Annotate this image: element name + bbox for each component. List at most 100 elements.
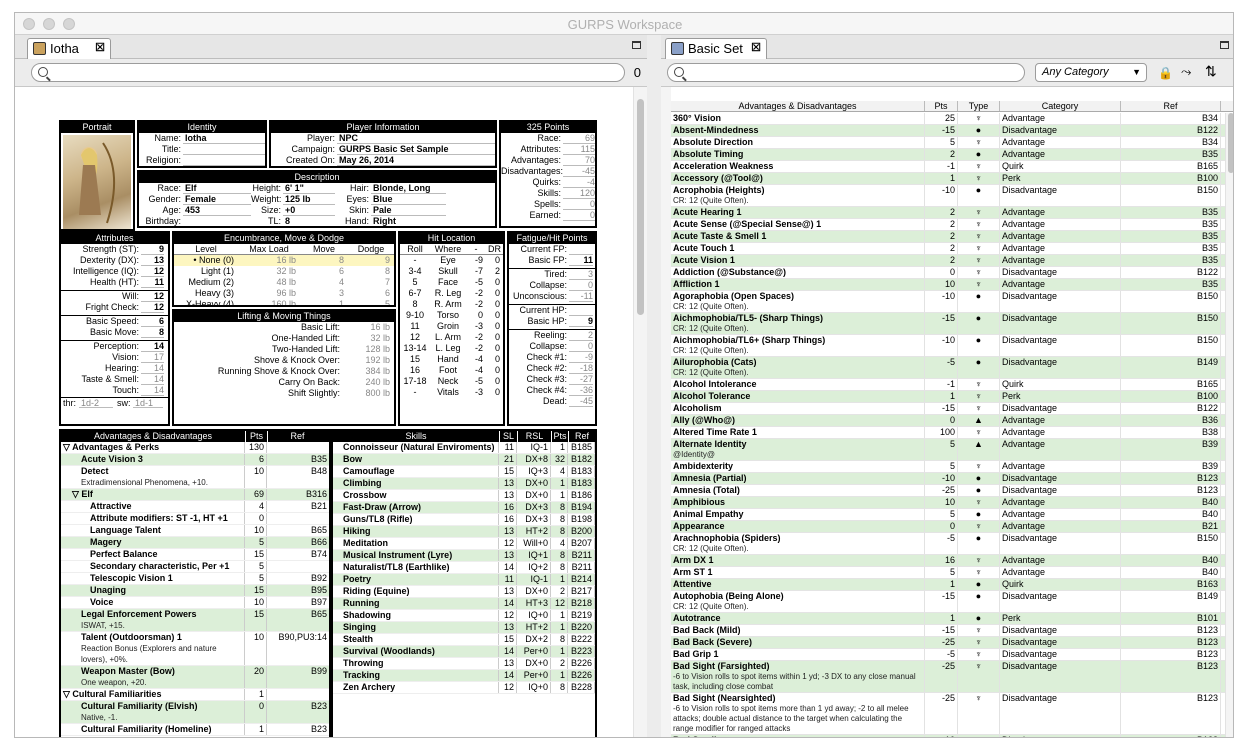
fatigue-value[interactable] (569, 305, 593, 316)
description-value[interactable]: 453 (183, 205, 251, 216)
fatigue-value[interactable]: 11 (569, 255, 593, 266)
list-row[interactable]: Bad Back (Severe) -25 ♆ Disadvantage B123 (671, 637, 1233, 649)
list-row[interactable]: Arm DX 1 16 ♆ Advantage B40 (671, 555, 1233, 567)
attribute-value[interactable]: 8 (141, 327, 164, 338)
list-row[interactable]: Acute Taste & Smell 1 2 ♆ Advantage B35 (671, 231, 1233, 243)
list-row[interactable]: Absolute Timing 2 ● Advantage B35 (671, 149, 1233, 161)
advantage-row[interactable]: Magery 5 B66 (61, 537, 329, 549)
player-value[interactable]: May 26, 2014 (337, 155, 495, 166)
fatigue-value[interactable]: -9 (569, 352, 593, 363)
fatigue-value[interactable]: -18 (569, 363, 593, 374)
skill-row[interactable]: Shadowing 12 IQ+0 1 B219 (333, 610, 595, 622)
description-value[interactable]: Pale (371, 205, 446, 216)
list-row[interactable]: Acute Vision 1 2 ♆ Advantage B35 (671, 255, 1233, 267)
skill-row[interactable]: Connoisseur (Natural Enviroments) 11 IQ-1 1… (333, 442, 595, 454)
category-select[interactable]: Any Category ▼ (1035, 63, 1147, 82)
attribute-value[interactable]: 13 (141, 255, 164, 266)
list-row[interactable]: Alcohol Intolerance -1 ♆ Quirk B165 (671, 379, 1233, 391)
list-row[interactable]: Alcohol Tolerance 1 ♆ Perk B100 (671, 391, 1233, 403)
description-value[interactable]: Blonde, Long (371, 183, 446, 194)
list-row[interactable]: Absolute Direction 5 ♆ Advantage B34 (671, 137, 1233, 149)
advantage-row[interactable]: Perfect Balance 15 B74 (61, 549, 329, 561)
list-row[interactable]: Appearance 0 ♆ Advantage B21 (671, 521, 1233, 533)
list-row[interactable]: Bad Grip 1 -5 ♆ Disadvantage B123 (671, 649, 1233, 661)
skill-row[interactable]: Survival (Woodlands) 14 Per+0 1 B223 (333, 646, 595, 658)
description-value[interactable]: 125 lb (283, 194, 335, 205)
identity-value[interactable] (183, 144, 265, 155)
attribute-value[interactable]: 12 (141, 291, 164, 302)
skill-row[interactable]: Guns/TL8 (Rifle) 16 DX+3 8 B198 (333, 514, 595, 526)
advantage-row[interactable]: Attractive 4 B21 (61, 501, 329, 513)
list-row[interactable]: Absent-Mindedness -15 ● Disadvantage B122 (671, 125, 1233, 137)
fatigue-value[interactable]: 2 (569, 330, 593, 341)
advantage-row[interactable]: Acute Vision 3 6 B35 (61, 454, 329, 466)
close-tab-icon[interactable]: ☒ (751, 41, 761, 54)
skill-row[interactable]: Stealth 15 DX+2 8 B222 (333, 634, 595, 646)
maximize-pane-button[interactable] (632, 41, 641, 49)
encumbrance-row[interactable]: Light (1) 32 lb 6 8 (174, 266, 394, 277)
sheet-scrollbar-thumb[interactable] (637, 99, 644, 315)
maximize-pane-button[interactable] (1220, 41, 1229, 49)
fatigue-value[interactable]: -45 (569, 396, 593, 407)
advantage-row[interactable]: Cultural Familiarity (Elvish) Native, -1.… (61, 701, 329, 724)
list-row[interactable]: Ally (@Who@) 0 ▲ Advantage B36 (671, 415, 1233, 427)
fatigue-value[interactable] (569, 244, 593, 255)
attribute-value[interactable]: 12 (141, 302, 164, 313)
list-row[interactable]: Ailurophobia (Cats) CR: 12 (Quite Often).… (671, 357, 1233, 379)
description-value[interactable]: 6' 1" (283, 183, 335, 194)
attribute-value[interactable]: 12 (141, 266, 164, 277)
attribute-value[interactable]: 6 (141, 316, 164, 327)
skill-row[interactable]: Camouflage 15 IQ+3 4 B183 (333, 466, 595, 478)
list-row[interactable]: 360° Vision 25 ♆ Advantage B34 (671, 113, 1233, 125)
player-value[interactable]: NPC (337, 133, 495, 144)
description-value[interactable]: Right (371, 216, 446, 226)
list-row[interactable]: Affliction 1 10 ♆ Advantage B35 (671, 279, 1233, 291)
attribute-value[interactable]: 14 (141, 385, 164, 396)
advantage-row[interactable]: Attribute modifiers: ST -1, HT +1 0 (61, 513, 329, 525)
list-row[interactable]: Bad Smell-2 Reaction penalty-10♆Disadvan… (671, 735, 1233, 737)
advantage-row[interactable]: Telescopic Vision 1 5 B92 (61, 573, 329, 585)
list-scrollbar-thumb[interactable] (1228, 113, 1233, 173)
list-row[interactable]: Acute Hearing 1 2 ♆ Advantage B35 (671, 207, 1233, 219)
advantage-row[interactable]: Weapon Master (Bow) One weapon, +20. 20 B99 (61, 666, 329, 689)
list-row[interactable]: Amnesia (Partial) -10 ● Disadvantage B123 (671, 473, 1233, 485)
sort-icon[interactable]: ⇅ (1205, 63, 1217, 80)
skill-row[interactable]: Zen Archery 12 IQ+0 8 B228 (333, 682, 595, 694)
list-row[interactable]: Arachnophobia (Spiders) CR: 12 (Quite Oft… (671, 533, 1233, 555)
toggle-rows-icon[interactable]: ⤳ (1181, 64, 1191, 80)
fatigue-value[interactable]: 3 (569, 269, 593, 280)
list-row[interactable]: Animal Empathy 5 ● Advantage B40 (671, 509, 1233, 521)
advantage-row[interactable]: Unaging 15 B95 (61, 585, 329, 597)
sheet-scrollbar[interactable] (633, 87, 647, 737)
identity-value[interactable]: Iotha (183, 133, 265, 144)
skill-row[interactable]: Running 14 HT+3 12 B218 (333, 598, 595, 610)
close-tab-icon[interactable]: ☒ (95, 41, 105, 54)
list-row[interactable]: Acute Sense (@Special Sense@) 1 2 ♆ Advanta… (671, 219, 1233, 231)
list-row[interactable]: Acrophobia (Heights) CR: 12 (Quite Often)… (671, 185, 1233, 207)
library-search-input[interactable] (667, 63, 1025, 82)
player-value[interactable]: GURPS Basic Set Sample (337, 144, 495, 155)
advantage-row[interactable]: ▽ Advantages & Perks 130 (61, 442, 329, 454)
description-value[interactable]: Blue (371, 194, 446, 205)
skill-row[interactable]: Hiking 13 HT+2 8 B200 (333, 526, 595, 538)
list-column-header[interactable]: Category (1000, 101, 1121, 111)
fatigue-value[interactable]: 0 (569, 341, 593, 352)
encumbrance-row[interactable]: Heavy (3) 96 lb 3 6 (174, 288, 394, 299)
list-column-header[interactable]: Type (958, 101, 1000, 111)
list-row[interactable]: Attentive 1 ● Quirk B163 (671, 579, 1233, 591)
list-column-header[interactable]: Ref (1121, 101, 1221, 111)
list-row[interactable]: Ambidexterity 5 ♆ Advantage B39 (671, 461, 1233, 473)
skill-row[interactable]: Crossbow 13 DX+0 1 B186 (333, 490, 595, 502)
skill-row[interactable]: Fast-Draw (Arrow) 16 DX+3 8 B194 (333, 502, 595, 514)
advantage-row[interactable]: Voice 10 B97 (61, 597, 329, 609)
list-row[interactable]: Amnesia (Total) -25 ● Disadvantage B123 (671, 485, 1233, 497)
list-row[interactable]: Aichmophobia/TL6+ (Sharp Things) CR: 12 (… (671, 335, 1233, 357)
skill-row[interactable]: Singing 13 HT+2 1 B220 (333, 622, 595, 634)
fatigue-value[interactable]: -36 (569, 385, 593, 396)
skill-row[interactable]: Bow 21 DX+8 32 B182 (333, 454, 595, 466)
advantage-row[interactable]: Cultural Familiarity (Homeline) 1 B23 (61, 724, 329, 736)
attribute-value[interactable]: 11 (141, 277, 164, 288)
skill-row[interactable]: Throwing 13 DX+0 2 B226 (333, 658, 595, 670)
fatigue-value[interactable]: -27 (569, 374, 593, 385)
pane-divider[interactable] (647, 35, 661, 737)
